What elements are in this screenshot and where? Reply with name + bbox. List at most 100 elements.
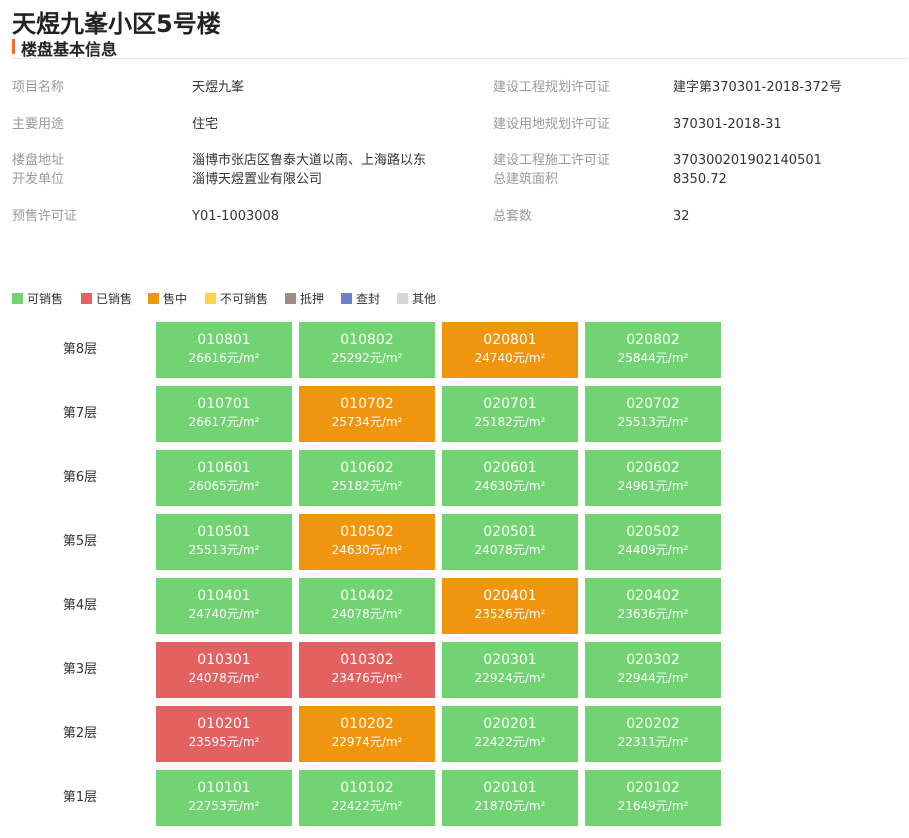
unit-cell[interactable]: 010402 24078元/m² <box>299 578 435 634</box>
unit-price: 24630元/m² <box>331 543 403 557</box>
legend-swatch <box>341 293 352 304</box>
unit-number: 010301 <box>197 652 251 668</box>
legend-swatch <box>205 293 216 304</box>
unit-cell[interactable]: 020702 25513元/m² <box>585 386 721 442</box>
unit-cell[interactable]: 020602 24961元/m² <box>585 450 721 506</box>
unit-price: 24740元/m² <box>474 351 546 365</box>
unit-price: 24630元/m² <box>474 479 546 493</box>
unit-price: 22422元/m² <box>474 735 546 749</box>
unit-number: 010202 <box>340 716 394 732</box>
project-name-value: 天煜九峯 <box>192 80 245 95</box>
unit-cell[interactable]: 020801 24740元/m² <box>442 322 578 378</box>
unit-number: 020502 <box>626 524 680 540</box>
unit-cell[interactable]: 020502 24409元/m² <box>585 514 721 570</box>
floor-label: 第4层 <box>62 598 98 613</box>
unit-number: 020301 <box>483 652 537 668</box>
unit-number: 020401 <box>483 588 537 604</box>
unit-number: 010502 <box>340 524 394 540</box>
unit-price: 23526元/m² <box>474 607 546 621</box>
legend-swatch <box>148 293 159 304</box>
unit-number: 020202 <box>626 716 680 732</box>
unit-cell[interactable]: 010601 26065元/m² <box>156 450 292 506</box>
unit-price: 24740元/m² <box>188 607 260 621</box>
unit-cell[interactable]: 010802 25292元/m² <box>299 322 435 378</box>
legend-label: 可销售 <box>27 292 64 306</box>
unit-cell[interactable]: 020402 23636元/m² <box>585 578 721 634</box>
legend-item: 抵押 <box>285 290 324 306</box>
legend-swatch <box>285 293 296 304</box>
unit-cell[interactable]: 020802 25844元/m² <box>585 322 721 378</box>
unit-cell[interactable]: 020102 21649元/m² <box>585 770 721 826</box>
unit-number: 020201 <box>483 716 537 732</box>
unit-number: 020402 <box>626 588 680 604</box>
unit-price: 21870元/m² <box>474 799 546 813</box>
unit-price: 25513元/m² <box>617 415 689 429</box>
usage-value: 住宅 <box>192 117 219 132</box>
unit-price: 24961元/m² <box>617 479 689 493</box>
unit-cell[interactable]: 010602 25182元/m² <box>299 450 435 506</box>
unit-price: 23595元/m² <box>188 735 260 749</box>
unit-price: 26065元/m² <box>188 479 260 493</box>
project-name-label: 项目名称 <box>12 80 65 95</box>
presale-permit-label: 预售许可证 <box>12 209 78 224</box>
unit-number: 010102 <box>340 780 394 796</box>
unit-cell[interactable]: 010801 26616元/m² <box>156 322 292 378</box>
unit-number: 010501 <box>197 524 251 540</box>
floor-label: 第2层 <box>62 726 98 741</box>
unit-price: 23636元/m² <box>617 607 689 621</box>
unit-cell[interactable]: 020101 21870元/m² <box>442 770 578 826</box>
unit-number: 010601 <box>197 460 251 476</box>
legend-swatch <box>81 293 92 304</box>
unit-price: 25734元/m² <box>331 415 403 429</box>
unit-cell[interactable]: 020601 24630元/m² <box>442 450 578 506</box>
unit-price: 26616元/m² <box>188 351 260 365</box>
unit-cell[interactable]: 020301 22924元/m² <box>442 642 578 698</box>
unit-cell[interactable]: 010301 24078元/m² <box>156 642 292 698</box>
legend-item: 其他 <box>397 290 436 306</box>
unit-cell[interactable]: 020202 22311元/m² <box>585 706 721 762</box>
unit-number: 010302 <box>340 652 394 668</box>
unit-cell[interactable]: 010502 24630元/m² <box>299 514 435 570</box>
unit-number: 010701 <box>197 396 251 412</box>
floor-area-label: 总建筑面积 <box>493 172 559 187</box>
floor-label: 第7层 <box>62 406 98 421</box>
unit-number: 010802 <box>340 332 394 348</box>
unit-cell[interactable]: 020701 25182元/m² <box>442 386 578 442</box>
unit-price: 26617元/m² <box>188 415 260 429</box>
legend-label: 抵押 <box>300 292 325 306</box>
legend-swatch <box>397 293 408 304</box>
unit-number: 020702 <box>626 396 680 412</box>
unit-cell[interactable]: 010102 22422元/m² <box>299 770 435 826</box>
total-units-label: 总套数 <box>493 209 533 224</box>
planning-permit-value: 建字第370301-2018-372号 <box>673 80 842 95</box>
unit-price: 24078元/m² <box>474 543 546 557</box>
unit-cell[interactable]: 010701 26617元/m² <box>156 386 292 442</box>
unit-number: 020501 <box>483 524 537 540</box>
unit-number: 010801 <box>197 332 251 348</box>
unit-price: 24078元/m² <box>331 607 403 621</box>
unit-cell[interactable]: 010702 25734元/m² <box>299 386 435 442</box>
unit-number: 020801 <box>483 332 537 348</box>
unit-price: 22924元/m² <box>474 671 546 685</box>
unit-number: 010101 <box>197 780 251 796</box>
unit-cell[interactable]: 010302 23476元/m² <box>299 642 435 698</box>
unit-cell[interactable]: 010202 22974元/m² <box>299 706 435 762</box>
unit-number: 020101 <box>483 780 537 796</box>
unit-cell[interactable]: 010201 23595元/m² <box>156 706 292 762</box>
unit-cell[interactable]: 020401 23526元/m² <box>442 578 578 634</box>
unit-number: 020701 <box>483 396 537 412</box>
unit-price: 25292元/m² <box>331 351 403 365</box>
unit-cell[interactable]: 010101 22753元/m² <box>156 770 292 826</box>
usage-label: 主要用途 <box>12 117 65 132</box>
unit-cell[interactable]: 010501 25513元/m² <box>156 514 292 570</box>
unit-cell[interactable]: 020302 22944元/m² <box>585 642 721 698</box>
page-title: 天煜九峯小区5号楼 <box>12 10 221 38</box>
legend-item: 售中 <box>148 290 187 306</box>
unit-cell[interactable]: 010401 24740元/m² <box>156 578 292 634</box>
total-units-value: 32 <box>673 209 690 224</box>
floor-label: 第6层 <box>62 470 98 485</box>
unit-cell[interactable]: 020201 22422元/m² <box>442 706 578 762</box>
unit-price: 24078元/m² <box>188 671 260 685</box>
floor-label: 第1层 <box>62 790 98 805</box>
unit-cell[interactable]: 020501 24078元/m² <box>442 514 578 570</box>
